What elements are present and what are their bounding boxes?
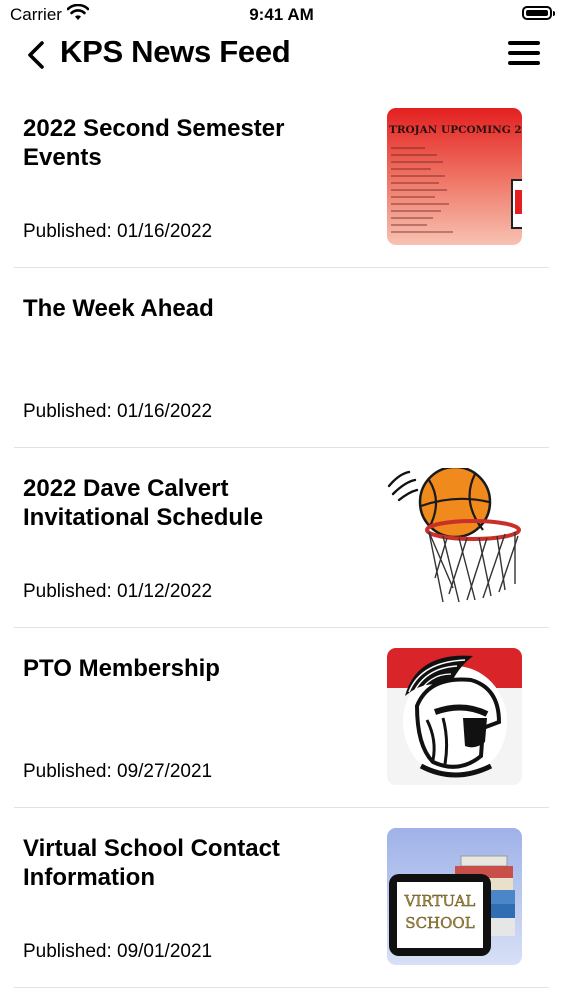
news-item-date: Published: 09/27/2021 (23, 761, 213, 782)
news-item[interactable]: Virtual School Contact Information Publi… (0, 808, 563, 988)
news-item-date: Published: 09/01/2021 (23, 941, 213, 962)
news-item[interactable]: 2022 Second Semester Events Published: 0… (0, 88, 563, 268)
news-item-title: PTO Membership (23, 655, 220, 682)
clock: 9:41 AM (249, 5, 314, 24)
news-item-title: The Week Ahead (23, 295, 214, 322)
navigation-bar: KPS News Feed (0, 30, 563, 80)
news-item-title: 2022 Dave Calvert Invitational Schedule (23, 475, 264, 531)
news-item-title: 2022 Second Semester Events (23, 115, 285, 171)
hamburger-menu-icon[interactable] (508, 41, 540, 67)
events-flyer-thumbnail: TROJAN UPCOMING 2022 EVE (387, 108, 522, 245)
news-item-date: Published: 01/12/2022 (23, 581, 213, 602)
basketball-hoop-thumbnail (387, 468, 522, 605)
news-feed-list: 2022 Second Semester Events Published: 0… (0, 88, 563, 988)
news-item[interactable]: PTO Membership Published: 09/27/2021 (0, 628, 563, 808)
news-item-date: Published: 01/16/2022 (23, 221, 213, 242)
flyer-header-text: TROJAN UPCOMING 2022 EVE (389, 124, 522, 136)
back-chevron-icon[interactable] (22, 38, 52, 72)
status-bar: Carrier 9:41 AM (0, 0, 563, 30)
virtual-school-thumbnail: VIRTUAL SCHOOL (387, 828, 522, 965)
school-text: SCHOOL (405, 914, 474, 932)
news-item[interactable]: 2022 Dave Calvert Invitational Schedule … (0, 448, 563, 628)
virtual-text: VIRTUAL (404, 892, 476, 910)
trojan-helmet-thumbnail (387, 648, 522, 785)
news-item-title: Virtual School Contact Information (23, 835, 280, 891)
battery-icon (522, 6, 555, 20)
news-item-date: Published: 01/16/2022 (23, 401, 213, 422)
page-title: KPS News Feed (60, 34, 291, 69)
news-item[interactable]: The Week Ahead Published: 01/16/2022 (0, 268, 563, 448)
